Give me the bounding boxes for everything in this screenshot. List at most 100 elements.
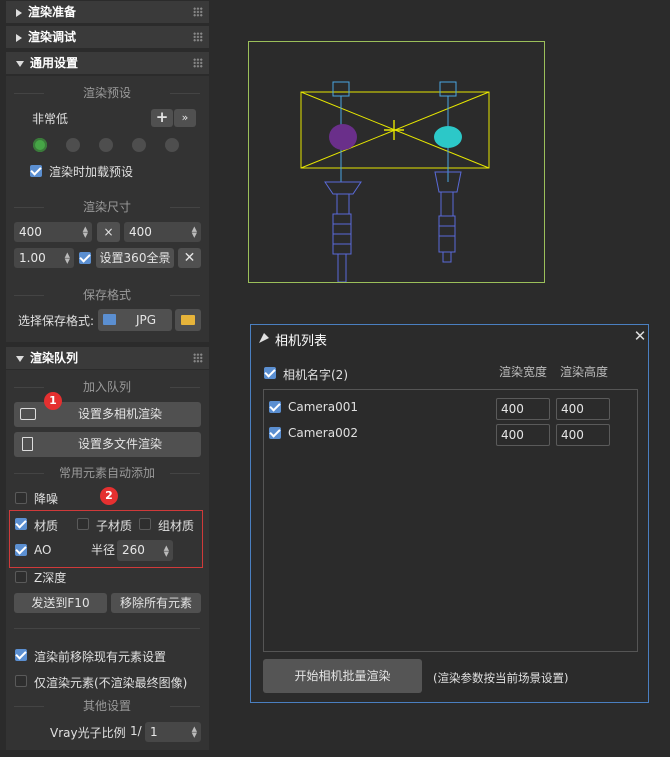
- width-spinner[interactable]: 400 ▲ ▼: [14, 222, 92, 242]
- close-icon: ✕: [633, 327, 647, 345]
- preset-slot-2[interactable]: [66, 138, 80, 152]
- radius-spinner[interactable]: 260 ▲ ▼: [117, 540, 173, 561]
- group-material-checkbox[interactable]: [139, 518, 151, 530]
- ao-label: AO: [34, 543, 52, 557]
- camera-list: Camera001 400 400 Camera002 400 400: [263, 389, 638, 652]
- dialog-close-button[interactable]: ✕: [632, 327, 648, 345]
- link-size-button[interactable]: ×: [97, 222, 120, 242]
- format-select[interactable]: JPG: [98, 309, 172, 331]
- remove-before-label: 渲染前移除现有元素设置: [34, 650, 167, 664]
- width-header: 渲染宽度: [499, 365, 548, 379]
- camera-icon: [20, 408, 36, 420]
- grip-icon[interactable]: [193, 58, 203, 68]
- only-elements-label: 仅渲染元素(不渲染最终图像): [34, 676, 188, 690]
- auto-add-title: 常用元素自动添加: [14, 466, 200, 480]
- format-choose-label: 选择保存格式:: [18, 314, 95, 328]
- start-batch-render-button[interactable]: 开始相机批量渲染: [263, 659, 422, 693]
- grip-icon[interactable]: [193, 7, 203, 17]
- camera-list-dialog: 相机列表 ✕ 相机名字(2) 渲染宽度 渲染高度 Camera001 400 4…: [250, 324, 649, 703]
- camera-height-input[interactable]: 400: [556, 398, 610, 420]
- spinner-arrows-icon[interactable]: ▲ ▼: [65, 252, 70, 265]
- table-row[interactable]: Camera001 400 400: [264, 395, 637, 421]
- grip-icon[interactable]: [193, 353, 203, 363]
- multi-camera-button[interactable]: 设置多相机渲染: [14, 402, 201, 427]
- expand-icon: [16, 33, 22, 42]
- preset-slot-1[interactable]: [33, 138, 47, 152]
- load-preset-checkbox[interactable]: [30, 165, 42, 177]
- send-f10-button[interactable]: 发送到F10: [14, 593, 107, 613]
- radius-label: 半径: [91, 543, 116, 557]
- group-material-label: 组材质: [158, 519, 195, 533]
- camera-checkbox[interactable]: [269, 427, 281, 439]
- divider: [14, 628, 200, 629]
- camera-name: Camera001: [288, 400, 358, 414]
- height-spinner[interactable]: 400 ▲ ▼: [124, 222, 201, 242]
- step-badge-1: 1: [44, 392, 62, 410]
- vray-label: Vray光子比例: [50, 726, 126, 740]
- preset-slot-4[interactable]: [132, 138, 146, 152]
- material-checkbox[interactable]: [15, 518, 27, 530]
- section-render-queue[interactable]: 渲染队列: [6, 347, 209, 369]
- only-elements-checkbox[interactable]: [15, 675, 27, 687]
- collapse-icon: [16, 355, 24, 362]
- join-queue-title: 加入队列: [14, 380, 200, 394]
- open-folder-button[interactable]: [175, 309, 201, 331]
- multi-file-button[interactable]: 设置多文件渲染: [14, 432, 201, 457]
- sub-material-checkbox[interactable]: [77, 518, 89, 530]
- expand-icon: [16, 8, 22, 17]
- spinner-arrows-icon[interactable]: ▲ ▼: [192, 226, 197, 239]
- table-row[interactable]: Camera002 400 400: [264, 421, 637, 447]
- zdepth-checkbox[interactable]: [15, 571, 27, 583]
- camera-checkbox[interactable]: [269, 401, 281, 413]
- spinner-arrows-icon[interactable]: ▲ ▼: [83, 226, 88, 239]
- ratio-spinner[interactable]: 1.00 ▲ ▼: [14, 248, 74, 268]
- step-badge-2: 2: [100, 487, 118, 505]
- double-chevron-icon: »: [181, 111, 189, 124]
- collapse-icon: [16, 60, 24, 67]
- load-preset-label: 渲染时加载预设: [49, 165, 134, 179]
- document-icon: [22, 437, 33, 451]
- camera-name: Camera002: [288, 426, 358, 440]
- presets-title: 渲染预设: [14, 86, 200, 100]
- camera-width-input[interactable]: 400: [496, 424, 550, 446]
- ao-checkbox[interactable]: [15, 544, 27, 556]
- denoise-checkbox[interactable]: [15, 492, 27, 504]
- more-presets-button[interactable]: »: [174, 109, 196, 127]
- section-render-debug[interactable]: 渲染调试: [6, 26, 209, 48]
- close-icon: ✕: [183, 250, 196, 266]
- camera-width-input[interactable]: 400: [496, 398, 550, 420]
- camera-height-input[interactable]: 400: [556, 424, 610, 446]
- vray-prefix: 1/: [130, 724, 142, 738]
- dialog-title: 相机列表: [275, 334, 328, 349]
- plus-icon: +: [155, 108, 169, 126]
- preset-slot-5[interactable]: [165, 138, 179, 152]
- pano-360-button[interactable]: 设置360全景: [96, 248, 174, 268]
- spinner-arrows-icon[interactable]: ▲ ▼: [192, 726, 197, 739]
- sub-material-label: 子材质: [96, 519, 133, 533]
- vray-ratio-spinner[interactable]: 1 ▲ ▼: [145, 722, 201, 742]
- material-label: 材质: [34, 519, 59, 533]
- clear-size-button[interactable]: ✕: [178, 248, 201, 268]
- ratio-lock-checkbox[interactable]: [79, 252, 91, 264]
- other-settings-title: 其他设置: [14, 699, 200, 713]
- viewport[interactable]: [248, 41, 545, 283]
- format-title: 保存格式: [14, 288, 200, 302]
- denoise-label: 降噪: [34, 492, 59, 506]
- section-general-settings[interactable]: 通用设置: [6, 52, 209, 74]
- spinner-arrows-icon[interactable]: ▲ ▼: [164, 544, 169, 557]
- section-render-prepare[interactable]: 渲染准备: [6, 1, 209, 23]
- remove-before-checkbox[interactable]: [15, 649, 27, 661]
- render-note: (渲染参数按当前场景设置): [433, 671, 569, 685]
- remove-all-button[interactable]: 移除所有元素: [111, 593, 201, 613]
- folder-icon: [181, 315, 195, 325]
- preset-current-label: 非常低: [32, 112, 69, 126]
- select-all-cameras-checkbox[interactable]: [264, 367, 276, 379]
- grip-icon[interactable]: [193, 32, 203, 42]
- add-preset-button[interactable]: +: [151, 109, 173, 127]
- size-title: 渲染尺寸: [14, 200, 200, 214]
- image-icon: [103, 314, 116, 325]
- scene-wireframe: [300, 81, 490, 283]
- height-header: 渲染高度: [560, 365, 609, 379]
- app-logo-icon: [257, 331, 271, 345]
- preset-slot-3[interactable]: [99, 138, 113, 152]
